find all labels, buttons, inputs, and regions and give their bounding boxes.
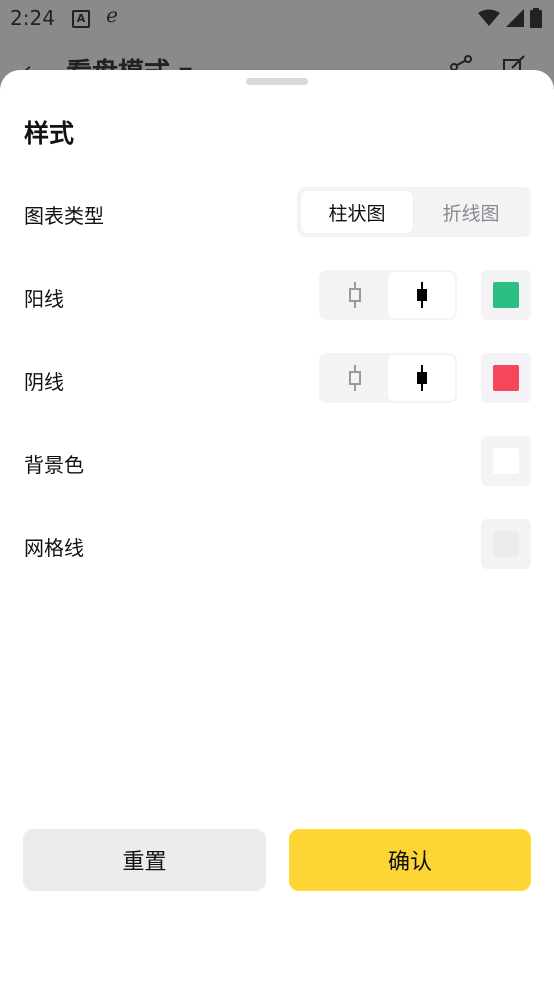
down-line-color-picker[interactable] (481, 353, 531, 403)
status-bar: 2:24 A ℯ (0, 0, 554, 36)
solid-candle-icon (416, 365, 427, 391)
up-line-label: 阳线 (24, 287, 64, 311)
chart-type-option-bar[interactable]: 柱状图 (301, 191, 413, 233)
reset-button[interactable]: 重置 (23, 829, 266, 891)
notification-a-icon: A (72, 10, 90, 28)
hollow-candle-icon (348, 282, 361, 308)
background-color-swatch (493, 448, 519, 474)
chart-type-segmented-control: 柱状图 折线图 (297, 187, 531, 237)
up-line-style-toggle (319, 270, 457, 320)
up-line-hollow-option[interactable] (321, 272, 388, 318)
down-line-color-swatch (493, 365, 519, 391)
chart-type-option-line[interactable]: 折线图 (415, 191, 527, 233)
sheet-title: 样式 (24, 119, 75, 148)
hollow-candle-icon (348, 365, 361, 391)
chart-type-label: 图表类型 (24, 204, 104, 228)
browser-e-icon: ℯ (106, 3, 118, 27)
sheet-drag-handle[interactable] (246, 78, 308, 85)
grid-line-label: 网格线 (24, 536, 84, 560)
background-color-picker[interactable] (481, 436, 531, 486)
down-line-label: 阴线 (24, 370, 64, 394)
battery-icon (530, 8, 542, 28)
status-time: 2:24 (10, 6, 55, 30)
signal-icon (506, 9, 524, 27)
solid-candle-icon (416, 282, 427, 308)
down-line-style-toggle (319, 353, 457, 403)
down-line-hollow-option[interactable] (321, 355, 388, 401)
down-line-solid-option[interactable] (388, 355, 455, 401)
confirm-button[interactable]: 确认 (289, 829, 531, 891)
wifi-icon (478, 9, 500, 26)
grid-line-color-swatch (493, 531, 519, 557)
grid-line-color-picker[interactable] (481, 519, 531, 569)
up-line-color-picker[interactable] (481, 270, 531, 320)
background-color-label: 背景色 (24, 453, 84, 477)
status-right-icons (478, 8, 542, 28)
up-line-color-swatch (493, 282, 519, 308)
up-line-solid-option[interactable] (388, 272, 455, 318)
